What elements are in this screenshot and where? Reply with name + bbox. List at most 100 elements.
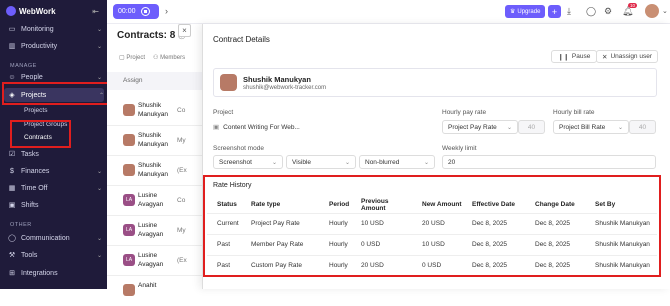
hourly-bill-label: Hourly bill rate: [553, 109, 595, 116]
avatar[interactable]: [645, 4, 659, 18]
chevron-down-icon: ⌄: [96, 252, 102, 259]
chevron-down-icon: ⌄: [96, 235, 102, 242]
sidebar-item-label: Communication: [21, 234, 70, 242]
project-value: Content Writing For Web...: [223, 123, 300, 131]
highlight-contracts: [10, 120, 71, 148]
table-header-row: Status Rate type Period Previous Amount …: [207, 197, 657, 213]
sidebar-item-label: Shifts: [21, 201, 39, 209]
table-row: Past Custom Pay Rate Hourly 20 USD 0 USD…: [207, 254, 657, 276]
chevron-down-icon[interactable]: ⌄: [662, 7, 668, 15]
chevron-down-icon: ⌄: [423, 159, 429, 166]
chevron-down-icon: ⌄: [96, 168, 102, 175]
sidebar-subitem-projects[interactable]: Projects: [24, 107, 47, 114]
crown-icon: ♛: [510, 9, 516, 15]
screenshot-mode-select[interactable]: Screenshot ⌄: [213, 155, 283, 169]
sidebar-item-communication[interactable]: ◯ Communication ⌄: [8, 231, 102, 245]
row-project: (Ex: [177, 167, 187, 174]
avatar: [123, 104, 135, 116]
tasks-icon: ☑: [8, 151, 16, 158]
avatar: [123, 164, 135, 176]
project-label: Project: [213, 109, 234, 116]
collapse-sidebar-icon[interactable]: ⇤: [92, 7, 99, 16]
pause-icon: ❙❙: [558, 53, 569, 61]
table-row[interactable]: Shushik Manukyan (Ex: [107, 156, 202, 186]
section-other: OTHER: [10, 222, 32, 228]
column-header: Set By: [595, 201, 616, 209]
chat-icon[interactable]: ◯: [586, 6, 596, 17]
wrench-icon: ⚒: [8, 252, 16, 259]
sidebar-item-label: Monitoring: [21, 25, 54, 33]
unassign-user-button[interactable]: ✕ Unassign user: [596, 50, 659, 63]
visibility-value: Visible: [292, 158, 312, 166]
section-manage: MANAGE: [10, 63, 37, 69]
add-button[interactable]: +: [548, 5, 561, 18]
avatar: LA: [123, 254, 135, 266]
cell-change-date: Dec 8, 2025: [525, 233, 585, 255]
sidebar-item-shifts[interactable]: ▣ Shifts: [8, 198, 102, 212]
weekly-limit-input[interactable]: 20: [442, 155, 656, 169]
cell-previous-amount: 10 USD: [351, 212, 412, 234]
sidebar-item-label: People: [21, 73, 43, 81]
pause-label: Pause: [571, 53, 591, 60]
close-drawer-button[interactable]: ×: [178, 24, 191, 37]
filter-members[interactable]: ⚇ Members: [153, 54, 185, 61]
sidebar-item-label: Productivity: [21, 42, 58, 50]
sidebar-item-productivity[interactable]: ▥ Productivity ⌄: [8, 39, 102, 53]
sidebar-item-finances[interactable]: $ Finances ⌄: [8, 164, 102, 178]
cell-set-by: Shushik Manukyan: [585, 212, 657, 234]
hourly-bill-input[interactable]: 40: [629, 120, 656, 134]
timer-button[interactable]: 00:00: [113, 4, 159, 19]
table-row[interactable]: Shushik Manukyan Co: [107, 96, 202, 126]
cell-rate-type: Member Pay Rate: [241, 233, 319, 255]
row-name: Shushik Manukyan: [138, 132, 168, 148]
row-project: My: [177, 137, 186, 144]
cell-period: Hourly: [319, 254, 351, 276]
chevron-right-icon[interactable]: ›: [165, 6, 168, 16]
table-row[interactable]: LA Lusine Avagyan (Ex: [107, 246, 202, 276]
chevron-down-icon: ⌄: [506, 124, 512, 131]
hourly-bill-select[interactable]: Project Bill Rate ⌄: [553, 120, 629, 134]
filter-project[interactable]: ▢ Project: [119, 54, 145, 61]
upgrade-button[interactable]: ♛ Upgrade: [505, 5, 546, 18]
rate-history-title: Rate History: [213, 182, 252, 189]
table-row[interactable]: LA Lusine Avagyan Co: [107, 186, 202, 216]
sidebar-item-monitoring[interactable]: ▭ Monitoring ⌄: [8, 22, 102, 36]
visibility-select[interactable]: Visible ⌄: [286, 155, 356, 169]
sidebar-item-integrations[interactable]: ⊞ Integrations: [8, 266, 102, 280]
table-row: Past Member Pay Rate Hourly 0 USD 10 USD…: [207, 233, 657, 255]
sidebar-item-label: Integrations: [21, 269, 58, 277]
project-field: ▣ Content Writing For Web...: [213, 120, 307, 134]
app-logo[interactable]: WebWork: [6, 6, 56, 16]
column-header: New Amount: [422, 201, 462, 209]
pause-button[interactable]: ❙❙ Pause: [551, 50, 598, 63]
logo-icon: [6, 6, 16, 16]
chevron-down-icon: ⌄: [271, 159, 277, 166]
cell-effective-date: Dec 8, 2025: [462, 212, 525, 234]
sidebar-item-time-off[interactable]: ▦ Time Off ⌄: [8, 181, 102, 195]
blur-select[interactable]: Non-blurred ⌄: [359, 155, 435, 169]
gear-icon[interactable]: ⚙: [604, 6, 612, 17]
table-row[interactable]: Shushik Manukyan My: [107, 126, 202, 156]
cell-effective-date: Dec 8, 2025: [462, 233, 525, 255]
avatar: LA: [123, 224, 135, 236]
cell-status: Past: [207, 254, 241, 276]
upgrade-label: Upgrade: [517, 8, 541, 15]
cell-period: Hourly: [319, 212, 351, 234]
blur-value: Non-blurred: [365, 158, 400, 166]
sidebar-item-tools[interactable]: ⚒ Tools ⌄: [8, 248, 102, 262]
stop-icon[interactable]: [140, 7, 150, 16]
sidebar-item-label: Time Off: [21, 184, 48, 192]
avatar: LA: [123, 194, 135, 206]
hourly-pay-select[interactable]: Project Pay Rate ⌄: [442, 120, 518, 134]
download-icon[interactable]: ⤓: [567, 6, 571, 17]
row-project: (Ex: [177, 257, 187, 264]
sidebar-item-tasks[interactable]: ☑ Tasks: [8, 147, 102, 161]
hourly-pay-input[interactable]: 40: [518, 120, 545, 134]
cell-set-by: Shushik Manukyan: [585, 254, 657, 276]
list-filters: ▢ Project ⚇ Members: [119, 54, 185, 61]
column-header: Period: [329, 201, 350, 209]
table-row[interactable]: Anahit: [107, 276, 202, 306]
filter-members-label: Members: [160, 55, 186, 61]
table-row[interactable]: LA Lusine Avagyan My: [107, 216, 202, 246]
avatar: [220, 74, 237, 91]
